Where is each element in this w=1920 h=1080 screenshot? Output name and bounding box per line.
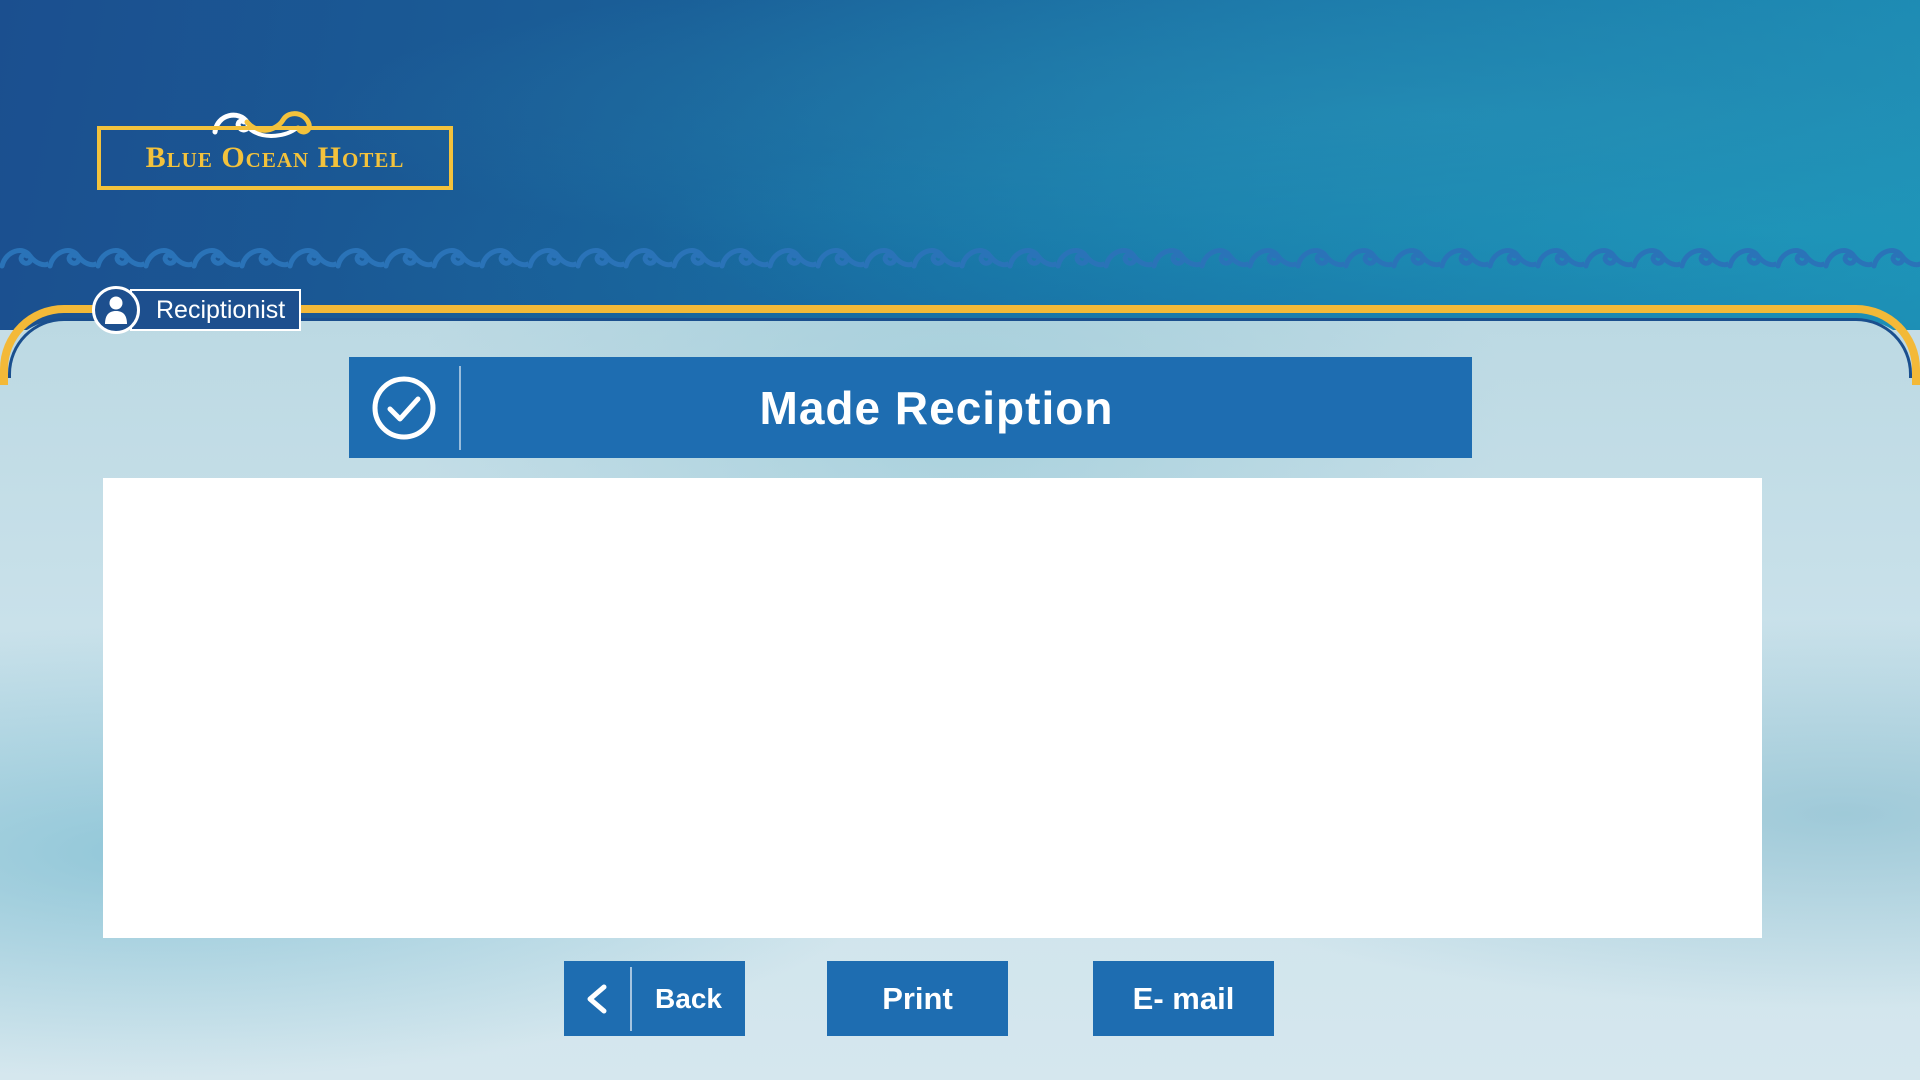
wave-pattern-decoration [0,240,1920,274]
chevron-left-icon [564,966,632,1031]
logo-text: Blue Ocean Hotel [145,141,405,174]
page-title: Made Reciption [759,381,1114,434]
back-button[interactable]: Back [564,961,745,1036]
print-button-label: Print [882,980,953,1016]
role-label: Reciptionist [130,289,302,331]
hotel-logo: Blue Ocean Hotel [97,106,453,192]
email-button-label: E- mail [1132,980,1235,1016]
logo-frame: Blue Ocean Hotel [97,126,453,190]
page-title-bar: Made Reciption [349,357,1472,458]
user-role-badge: Reciptionist [92,286,302,334]
app-root: Blue Ocean Hotel Reciptionist Made Recip… [0,0,1920,1080]
email-button[interactable]: E- mail [1093,961,1274,1036]
person-icon [92,286,140,334]
back-button-label: Back [655,982,722,1014]
receipt-content-panel [103,478,1762,938]
print-button[interactable]: Print [827,961,1008,1036]
check-circle-icon [349,365,461,450]
